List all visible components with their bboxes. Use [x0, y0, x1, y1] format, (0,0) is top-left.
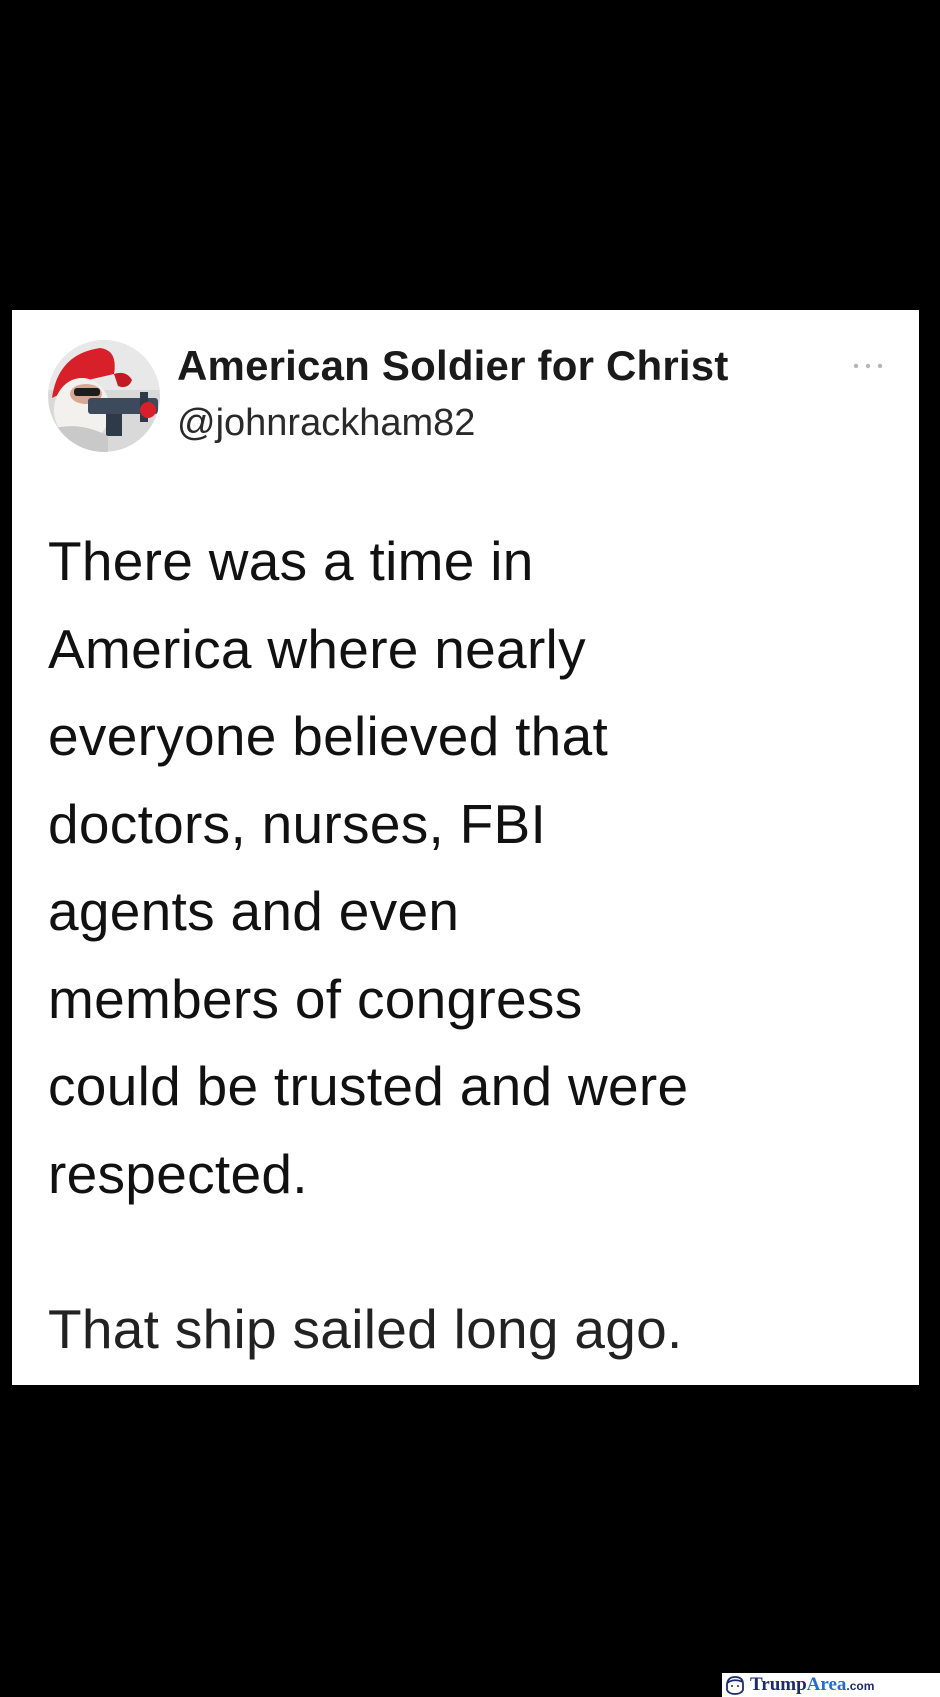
display-name[interactable]: American Soldier for Christ	[177, 342, 729, 390]
watermark-brand-part2: Area	[806, 1674, 847, 1695]
watermark-brand: TrumpArea.com	[750, 1674, 874, 1696]
watermark-brand-part1: Trump	[750, 1674, 807, 1695]
santa-avatar-icon	[48, 340, 160, 452]
tweet-card: American Soldier for Christ @johnrackham…	[12, 310, 919, 1385]
tweet-text: There was a time in America where nearly…	[48, 530, 689, 1205]
user-handle[interactable]: @johnrackham82	[177, 402, 475, 445]
avatar[interactable]	[48, 340, 160, 452]
watermark: TrumpArea.com	[722, 1673, 940, 1697]
tweet-followup-text: That ship sailed long ago.	[48, 1298, 683, 1360]
trump-head-logo-icon	[726, 1676, 744, 1695]
watermark-brand-tld: .com	[846, 1679, 875, 1693]
more-options-icon[interactable]	[848, 360, 888, 372]
